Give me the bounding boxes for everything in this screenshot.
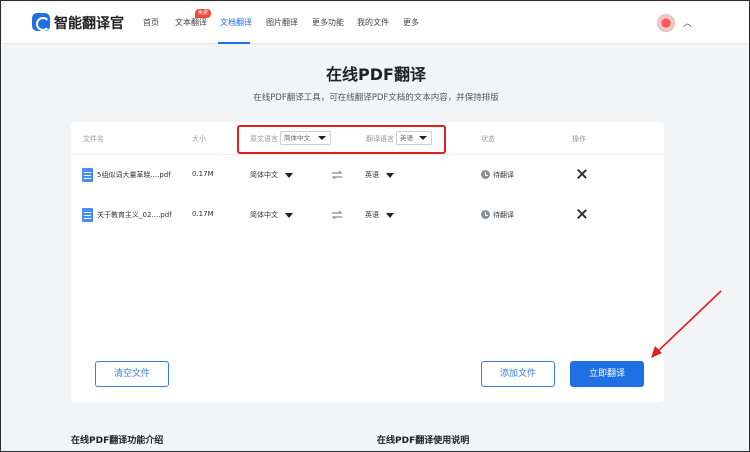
table-row: 5组似词大量革晓....pdf 0.17M 简体中文 英语 待翻译 <box>71 167 664 187</box>
chevron-down-icon[interactable] <box>285 173 293 178</box>
nav-home[interactable]: 首页 <box>143 17 159 28</box>
nav-image-translate[interactable]: 图片翻译 <box>266 17 298 28</box>
nav-more-functions[interactable]: 更多功能 <box>312 17 344 28</box>
upload-card: 文件名 大小 原文语言 简体中文 翻译语言 英语 状态 操作 5组似词大量革晓.… <box>71 122 664 402</box>
file-name: 5组似词大量革晓....pdf <box>97 171 171 179</box>
page-subtitle: 在线PDF翻译工具，可在线翻译PDF文档的文本内容，并保持排版 <box>253 93 499 103</box>
chevron-down-icon[interactable] <box>386 173 394 178</box>
row-status: 待翻译 <box>493 171 514 179</box>
row-status: 待翻译 <box>493 211 514 219</box>
nav-more[interactable]: 更多 <box>403 17 419 28</box>
page-title: 在线PDF翻译 <box>326 65 426 84</box>
chevron-down-icon[interactable] <box>386 213 394 218</box>
swap-icon[interactable] <box>331 209 343 221</box>
file-size: 0.17M <box>192 170 214 178</box>
close-icon[interactable] <box>576 168 588 180</box>
clock-icon <box>481 210 490 219</box>
file-size: 0.17M <box>192 210 214 218</box>
nav-my-files[interactable]: 我的文件 <box>357 17 389 28</box>
add-file-button[interactable]: 添加文件 <box>481 361 555 387</box>
col-header-size: 大小 <box>192 135 206 143</box>
logo-text[interactable]: 智能翻译官 <box>54 13 124 33</box>
row-source-lang[interactable]: 简体中文 <box>250 170 278 180</box>
col-header-filename: 文件名 <box>83 135 104 143</box>
nav-doc-translate[interactable]: 文档翻译 <box>220 17 252 28</box>
row-source-lang[interactable]: 简体中文 <box>250 210 278 220</box>
section-title-intro: 在线PDF翻译功能介绍 <box>71 436 164 446</box>
file-name: 关于教育主义_02....pdf <box>97 211 172 219</box>
free-badge: 免费 <box>195 9 212 18</box>
annotation-highlight-box <box>237 125 446 154</box>
chevron-up-icon[interactable]: ︿ <box>683 16 692 29</box>
clock-icon <box>481 170 490 179</box>
nav-text-translate[interactable]: 文本翻译 <box>175 17 207 28</box>
logo-icon[interactable] <box>32 13 50 31</box>
nav-active-underline <box>218 42 250 44</box>
close-icon[interactable] <box>576 208 588 220</box>
table-row: 关于教育主义_02....pdf 0.17M 简体中文 英语 待翻译 <box>71 207 664 227</box>
row-target-lang[interactable]: 英语 <box>365 170 379 180</box>
avatar[interactable] <box>657 14 675 32</box>
pdf-file-icon <box>82 208 93 222</box>
table-header-divider <box>71 154 664 155</box>
chevron-down-icon[interactable] <box>285 213 293 218</box>
page-frame: 智能翻译官 首页 文本翻译 免费 文档翻译 图片翻译 更多功能 我的文件 更多 … <box>0 0 750 452</box>
translate-now-button[interactable]: 立即翻译 <box>570 361 644 387</box>
section-title-usage: 在线PDF翻译使用说明 <box>377 436 470 446</box>
pdf-file-icon <box>82 168 93 182</box>
clear-files-button[interactable]: 清空文件 <box>95 361 169 387</box>
row-target-lang[interactable]: 英语 <box>365 210 379 220</box>
swap-icon[interactable] <box>331 169 343 181</box>
col-header-action: 操作 <box>572 135 586 143</box>
top-header: 智能翻译官 首页 文本翻译 免费 文档翻译 图片翻译 更多功能 我的文件 更多 … <box>2 2 749 44</box>
col-header-status: 状态 <box>481 135 495 143</box>
